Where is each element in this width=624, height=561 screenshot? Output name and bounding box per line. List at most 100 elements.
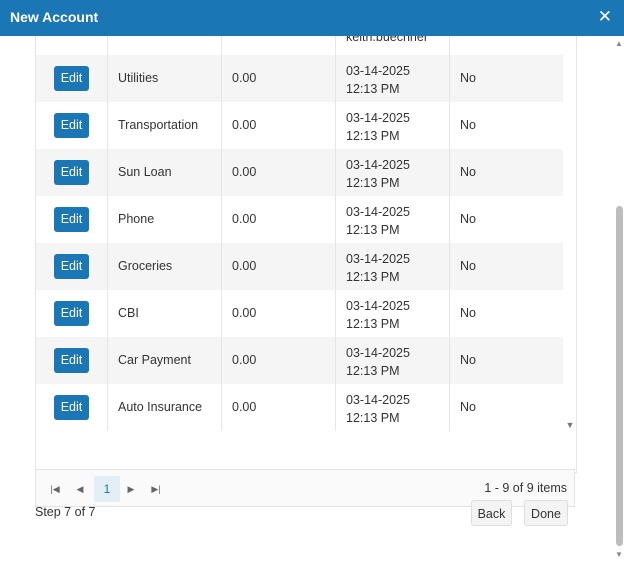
amount: 0.00 [232, 165, 257, 179]
date-text: 03-14-2025 [346, 346, 410, 360]
amount-cell: 0.00 [222, 149, 336, 196]
flag-cell: No [450, 102, 563, 149]
date-cell: 03-14-2025 12:13 PM [336, 337, 450, 384]
flag-value: No [460, 118, 476, 132]
grid-rows: keith.buechner Edit Utilities 0.00 03-14-20… [36, 36, 563, 431]
edit-cell: Edit [36, 102, 108, 149]
date-text: 03-14-2025 [346, 158, 410, 172]
table-row: Edit Phone 0.00 03-14-2025 12:13 PM No [36, 196, 563, 243]
close-icon[interactable]: ✕ [598, 8, 612, 25]
date-cell: 03-14-2025 12:13 PM [336, 149, 450, 196]
flag-cell: No [450, 384, 563, 431]
edit-button[interactable]: Edit [54, 254, 89, 279]
date-cell: 03-14-2025 12:13 PM [336, 243, 450, 290]
amount: 0.00 [232, 118, 257, 132]
amount-cell: 0.00 [222, 290, 336, 337]
flag-cell: No [450, 243, 563, 290]
back-button[interactable]: Back [471, 500, 512, 526]
time-text: 12:13 PM [346, 411, 400, 425]
date-cell: 03-14-2025 12:13 PM [336, 384, 450, 431]
name-cell: Auto Insurance [108, 384, 222, 431]
account-name: CBI [118, 306, 139, 320]
account-name: Phone [118, 212, 155, 226]
dialog-titlebar: New Account ✕ [0, 0, 624, 36]
page-number-button[interactable]: 1 [94, 476, 120, 502]
edit-cell: Edit [36, 243, 108, 290]
table-row: Edit Groceries 0.00 03-14-2025 12:13 PM No [36, 243, 563, 290]
edit-button[interactable]: Edit [54, 113, 89, 138]
edit-cell: Edit [36, 149, 108, 196]
account-name: Car Payment [118, 353, 191, 367]
name-cell: Groceries [108, 243, 222, 290]
amount-cell: 0.00 [222, 337, 336, 384]
name-cell: Sun Loan [108, 149, 222, 196]
scrollbar-thumb[interactable] [616, 206, 623, 546]
date-cell: 03-14-2025 12:13 PM [336, 290, 450, 337]
name-cell: Car Payment [108, 337, 222, 384]
amount: 0.00 [232, 71, 257, 85]
table-row: Edit Utilities 0.00 03-14-2025 12:13 PM No [36, 55, 563, 102]
flag-value: No [460, 400, 476, 414]
edit-cell: Edit [36, 196, 108, 243]
edit-button[interactable]: Edit [54, 66, 89, 91]
date-text: 03-14-2025 [346, 64, 410, 78]
prev-page-icon[interactable]: ◀ [72, 481, 88, 497]
time-text: 12:13 PM [346, 129, 400, 143]
amount: 0.00 [232, 400, 257, 414]
account-name: Groceries [118, 259, 173, 273]
edit-cell: Edit [36, 55, 108, 102]
amount-cell: 0.00 [222, 102, 336, 149]
date-text: 03-14-2025 [346, 252, 410, 266]
table-row: Edit CBI 0.00 03-14-2025 12:13 PM No [36, 290, 563, 337]
edit-cell: Edit [36, 384, 108, 431]
date-text: 03-14-2025 [346, 299, 410, 313]
account-name: Utilities [118, 71, 159, 85]
date-text: 03-14-2025 [346, 205, 410, 219]
edit-button[interactable]: Edit [54, 395, 89, 420]
scroll-up-icon[interactable]: ▲ [615, 40, 623, 48]
scroll-down-icon[interactable]: ▼ [615, 551, 623, 559]
table-row: Edit Sun Loan 0.00 03-14-2025 12:13 PM No [36, 149, 563, 196]
date-cell: 03-14-2025 12:13 PM [336, 196, 450, 243]
partial-cell-text: keith.buechner [346, 36, 429, 44]
name-cell: Utilities [108, 55, 222, 102]
flag-cell: No [450, 290, 563, 337]
dialog-scrollbar[interactable]: ▲ ▼ [614, 36, 624, 561]
name-cell: CBI [108, 290, 222, 337]
amount-cell: 0.00 [222, 243, 336, 290]
flag-value: No [460, 71, 476, 85]
edit-button[interactable]: Edit [54, 348, 89, 373]
date-text: 03-14-2025 [346, 111, 410, 125]
table-row: Edit Auto Insurance 0.00 03-14-2025 12:13 PM… [36, 384, 563, 431]
time-text: 12:13 PM [346, 82, 400, 96]
flag-cell: No [450, 337, 563, 384]
first-page-icon[interactable]: |◀ [47, 481, 63, 497]
amount: 0.00 [232, 353, 257, 367]
edit-button[interactable]: Edit [54, 160, 89, 185]
amount-cell: 0.00 [222, 384, 336, 431]
next-page-icon[interactable]: ▶ [123, 481, 139, 497]
amount: 0.00 [232, 306, 257, 320]
flag-value: No [460, 353, 476, 367]
amount-cell: 0.00 [222, 196, 336, 243]
flag-value: No [460, 212, 476, 226]
dialog-title: New Account [10, 9, 99, 25]
flag-value: No [460, 306, 476, 320]
grid-scroll-down-icon[interactable]: ▼ [565, 420, 575, 430]
flag-value: No [460, 165, 476, 179]
edit-cell: Edit [36, 290, 108, 337]
last-page-icon[interactable]: ▶| [148, 481, 164, 497]
done-button[interactable]: Done [524, 500, 568, 526]
edit-button[interactable]: Edit [54, 207, 89, 232]
time-text: 12:13 PM [346, 364, 400, 378]
amount: 0.00 [232, 212, 257, 226]
flag-cell: No [450, 55, 563, 102]
edit-button[interactable]: Edit [54, 301, 89, 326]
accounts-grid: keith.buechner Edit Utilities 0.00 03-14-20… [35, 36, 577, 473]
table-row: Edit Car Payment 0.00 03-14-2025 12:13 PM No [36, 337, 563, 384]
flag-cell: No [450, 149, 563, 196]
amount: 0.00 [232, 259, 257, 273]
account-name: Transportation [118, 118, 199, 132]
edit-cell: Edit [36, 337, 108, 384]
pager-info: 1 - 9 of 9 items [484, 481, 567, 495]
